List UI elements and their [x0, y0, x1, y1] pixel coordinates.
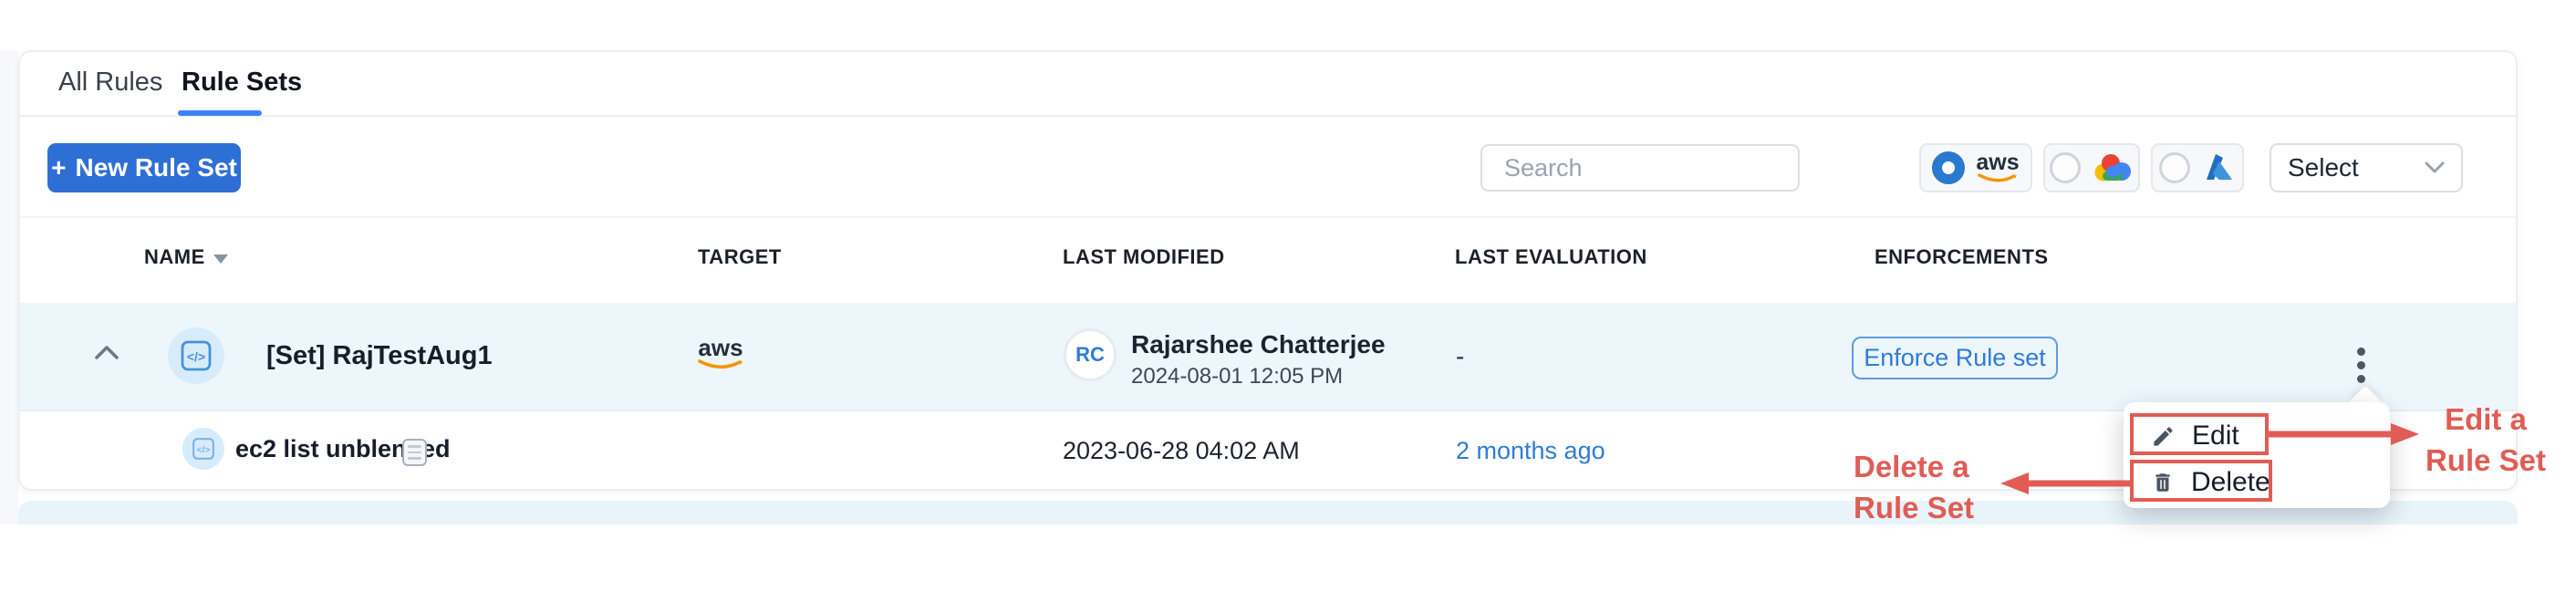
tab-all-rules[interactable]: All Rules: [58, 67, 162, 98]
column-header-name[interactable]: NAME: [144, 245, 228, 269]
chevron-down-icon: [2425, 161, 2445, 174]
column-header-last-evaluation: LAST EVALUATION: [1455, 245, 1647, 269]
aws-smile-icon: [1978, 173, 2018, 184]
rule-note-icon[interactable]: [402, 439, 427, 466]
aws-target-logo: aws: [698, 336, 743, 371]
annotation-arrow-right-icon: [2269, 422, 2419, 446]
annotation-delete-label: Delete a Rule Set: [1854, 446, 2013, 528]
provider-filter-gcp[interactable]: [2043, 143, 2140, 192]
rule-set-name: [Set] RajTestAug1: [266, 341, 493, 371]
azure-logo: [2201, 152, 2236, 183]
new-rule-set-label: New Rule Set: [75, 153, 236, 182]
annotation-arrow-left-icon: [2000, 472, 2134, 495]
provider-filter-azure[interactable]: [2151, 143, 2244, 192]
avatar: RC: [1064, 328, 1117, 381]
aws-smile-icon: [698, 359, 743, 371]
gcp-filter-radio: [2050, 152, 2081, 183]
rule-sets-page: All Rules Rule Sets + New Rule Set aws: [0, 0, 2576, 602]
svg-text:</>: </>: [187, 349, 205, 364]
aws-logo: aws: [1976, 151, 2019, 184]
column-header-target: TARGET: [698, 245, 782, 269]
tabs-divider: [20, 115, 2516, 117]
gcp-logo: [2092, 151, 2134, 184]
active-tab-underline: [178, 110, 262, 116]
toolbar-divider: [20, 216, 2516, 218]
last-evaluation-value: -: [1456, 342, 1464, 371]
tab-rule-sets[interactable]: Rule Sets: [182, 67, 302, 98]
aws-filter-radio-selected: [1932, 151, 1965, 184]
enforce-rule-set-button[interactable]: Enforce Rule set: [1852, 337, 2058, 379]
row-actions-kebab-icon[interactable]: [2353, 344, 2369, 387]
column-header-name-label: NAME: [144, 245, 205, 269]
annotation-box-delete: [2130, 460, 2272, 502]
modified-by-name: Rajarshee Chatterjee: [1131, 330, 1386, 359]
new-rule-set-button[interactable]: + New Rule Set: [47, 143, 241, 192]
plus-icon: +: [51, 153, 66, 182]
rule-modified-at: 2023-06-28 04:02 AM: [1063, 437, 1300, 465]
svg-text:</>: </>: [197, 445, 211, 455]
column-header-last-modified: LAST MODIFIED: [1063, 245, 1225, 269]
annotation-box-edit: [2130, 413, 2269, 455]
code-document-icon: </>: [191, 437, 216, 461]
search-field[interactable]: [1480, 144, 1800, 192]
rule-icon: </>: [182, 428, 224, 470]
page-gutter: [0, 50, 18, 524]
column-header-enforcements: ENFORCEMENTS: [1875, 245, 2049, 269]
annotation-edit-label: Edit a Rule Set: [2413, 399, 2559, 481]
select-dropdown[interactable]: Select: [2270, 143, 2463, 192]
collapse-chevron-up-icon[interactable]: [94, 345, 119, 360]
azure-filter-radio: [2159, 152, 2190, 183]
sort-desc-icon: [213, 254, 228, 264]
modified-at-timestamp: 2024-08-01 12:05 PM: [1131, 364, 1343, 389]
provider-filter-aws[interactable]: aws: [1919, 143, 2032, 192]
select-dropdown-label: Select: [2288, 153, 2359, 182]
search-input[interactable]: [1504, 154, 1827, 182]
code-document-icon: </>: [179, 339, 213, 372]
rule-set-icon: </>: [168, 327, 224, 384]
rule-last-evaluation-link[interactable]: 2 months ago: [1456, 437, 1605, 465]
